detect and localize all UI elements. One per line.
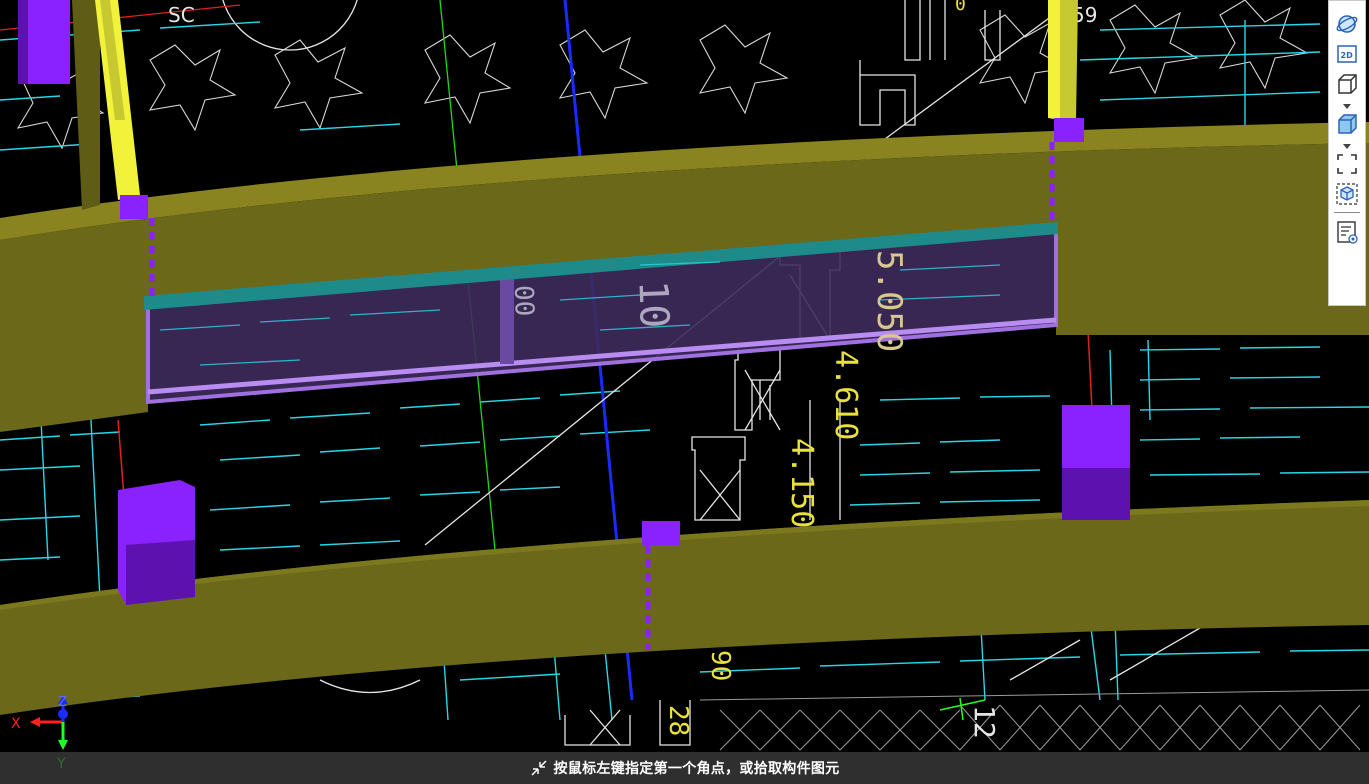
fit-view-button[interactable] bbox=[1332, 149, 1362, 179]
svg-text:00: 00 bbox=[508, 285, 539, 317]
status-message: 按鼠标左键指定第一个角点，或拾取构件图元 bbox=[553, 761, 840, 777]
purple-column-right[interactable] bbox=[1062, 405, 1130, 520]
view-3d-solid-button[interactable] bbox=[1332, 109, 1362, 139]
partial-label: 28 bbox=[663, 705, 693, 736]
cad-circle-top bbox=[222, 0, 358, 51]
column-node[interactable] bbox=[1054, 118, 1084, 142]
axis-x-label: X bbox=[11, 716, 21, 732]
grid-label-sc: SC bbox=[168, 3, 195, 27]
floor-hatch bbox=[699, 689, 1369, 751]
orbit-button[interactable] bbox=[1332, 9, 1362, 39]
toolbar-separator bbox=[1334, 212, 1360, 213]
local-3d-button[interactable] bbox=[1332, 179, 1362, 209]
yellow-column-right[interactable] bbox=[1048, 0, 1078, 120]
svg-text:10: 10 bbox=[629, 279, 677, 329]
view-3d-solid-icon bbox=[1335, 112, 1359, 136]
fit-view-icon bbox=[1335, 152, 1359, 176]
shrink-arrows-icon bbox=[530, 759, 548, 777]
yellow-column-left[interactable] bbox=[72, 0, 140, 210]
svg-text:2D: 2D bbox=[1341, 51, 1354, 60]
view-3d-dropdown[interactable] bbox=[1332, 99, 1362, 109]
hatch-pattern-top bbox=[16, 0, 1309, 150]
view-2d-button[interactable]: 2D bbox=[1332, 39, 1362, 69]
elevation-label: 5.050 bbox=[869, 250, 909, 352]
axis-z-label: Z bbox=[58, 695, 67, 710]
view-3d-wire-button[interactable] bbox=[1332, 69, 1362, 99]
purple-column-left[interactable] bbox=[118, 480, 195, 605]
purple-post-top-left[interactable] bbox=[18, 0, 70, 84]
orbit-icon bbox=[1335, 12, 1359, 36]
view-toolbar: 2D bbox=[1328, 0, 1366, 306]
view-3d-wire-icon bbox=[1335, 72, 1359, 96]
elevation-label: 4.610 bbox=[828, 350, 863, 440]
view-solid-dropdown[interactable] bbox=[1332, 139, 1362, 149]
svg-text:0: 0 bbox=[955, 0, 966, 15]
column-node[interactable] bbox=[120, 195, 148, 219]
elevation-label: 4.150 bbox=[784, 438, 819, 528]
local-3d-icon bbox=[1335, 182, 1359, 206]
3d-viewport[interactable]: SC 59 0 10 00 5.050 4.610 4.150 90 28 12… bbox=[0, 0, 1369, 784]
partial-label: 90 bbox=[705, 650, 735, 681]
cad-scene[interactable]: SC 59 0 10 00 5.050 4.610 4.150 90 28 12 bbox=[0, 0, 1369, 784]
partial-label: 12 bbox=[968, 705, 1001, 739]
lower-beam[interactable] bbox=[0, 500, 1369, 715]
status-bar: 按鼠标左键指定第一个角点，或拾取构件图元 bbox=[0, 752, 1369, 784]
column-node[interactable] bbox=[642, 521, 680, 545]
view-2d-icon: 2D bbox=[1335, 42, 1359, 66]
display-settings-icon bbox=[1335, 220, 1359, 244]
display-settings-button[interactable] bbox=[1332, 217, 1362, 247]
